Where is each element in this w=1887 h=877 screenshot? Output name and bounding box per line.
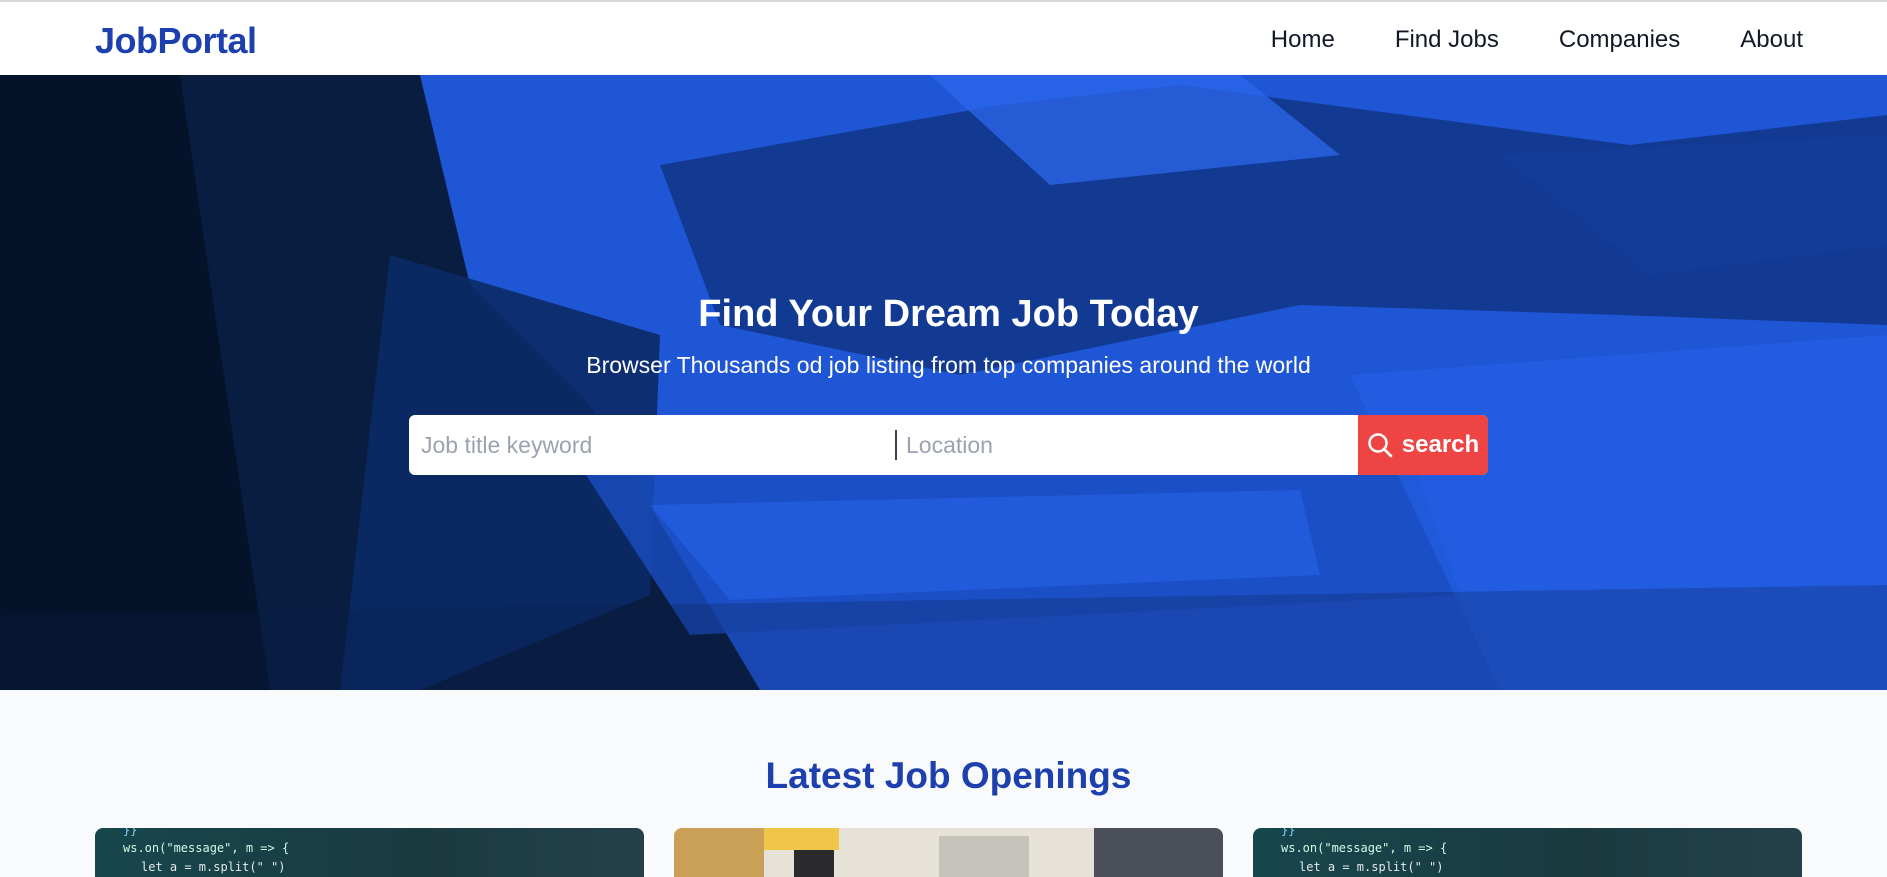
latest-jobs-section: Latest Job Openings }} ws.on("message", … bbox=[0, 690, 1887, 877]
logo[interactable]: JobPortal bbox=[95, 20, 257, 62]
hero-section: Find Your Dream Job Today Browser Thousa… bbox=[0, 75, 1887, 690]
code-image-detail: ws.on("message", m => { bbox=[1281, 841, 1448, 855]
code-image-detail: }} bbox=[1281, 828, 1296, 837]
code-image-detail: let a = m.split(" ") bbox=[141, 860, 286, 874]
job-keyword-input[interactable] bbox=[409, 415, 884, 475]
code-image-detail: }} bbox=[123, 828, 138, 837]
hero-background-image bbox=[0, 75, 1887, 690]
hero-subtitle: Browser Thousands od job listing from to… bbox=[586, 352, 1311, 378]
location-input[interactable] bbox=[894, 415, 1364, 475]
code-image-detail: let a = m.split(" ") bbox=[1299, 860, 1444, 874]
job-card-2[interactable] bbox=[674, 828, 1223, 877]
job-card-1[interactable]: }} ws.on("message", m => { let a = m.spl… bbox=[95, 828, 644, 877]
navbar: JobPortal Home Find Jobs Companies About bbox=[0, 0, 1887, 75]
job-search-form: search bbox=[409, 415, 1488, 475]
search-icon bbox=[1368, 432, 1393, 457]
search-button[interactable]: search bbox=[1358, 415, 1488, 475]
latest-jobs-title: Latest Job Openings bbox=[765, 755, 1132, 796]
nav-find-jobs-link[interactable]: Find Jobs bbox=[1395, 26, 1499, 54]
nav-home-link[interactable]: Home bbox=[1271, 26, 1335, 54]
office-meeting-image bbox=[674, 828, 1223, 877]
nav-companies-link[interactable]: Companies bbox=[1559, 26, 1680, 54]
hero-title: Find Your Dream Job Today bbox=[698, 293, 1199, 335]
text-cursor bbox=[895, 430, 897, 460]
job-card-3[interactable]: }} ws.on("message", m => { let a = m.spl… bbox=[1253, 828, 1802, 877]
nav-about-link[interactable]: About bbox=[1740, 26, 1803, 54]
main-nav: Home Find Jobs Companies About bbox=[1271, 26, 1803, 54]
code-image-detail: ws.on("message", m => { bbox=[123, 841, 290, 855]
search-button-label: search bbox=[1401, 431, 1480, 458]
